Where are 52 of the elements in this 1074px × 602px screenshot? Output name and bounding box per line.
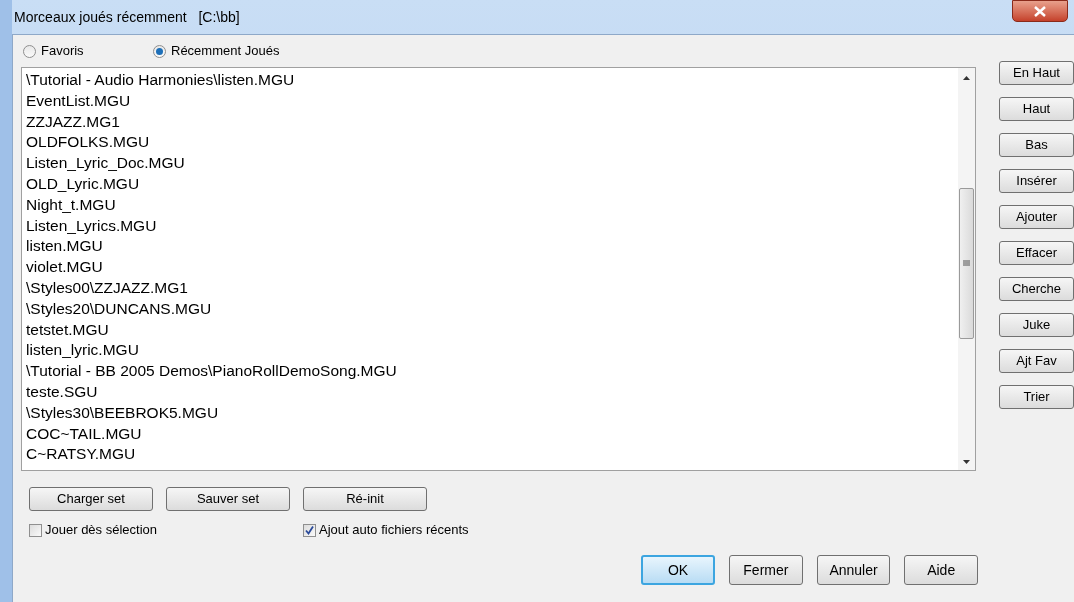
side-button[interactable]: Juke <box>999 313 1074 337</box>
file-list-item[interactable]: teste.SGU <box>26 381 958 403</box>
file-list-item[interactable]: \Tutorial - BB 2005 Demos\PianoRollDemoSong.MGU <box>26 361 958 382</box>
radio-label: Récemment Joués <box>171 42 280 61</box>
side-button[interactable]: Trier <box>999 385 1074 409</box>
file-list-item[interactable]: EventList.MGU <box>26 90 958 112</box>
checkbox[interactable] <box>303 523 316 537</box>
file-list-item[interactable]: \Styles30\BEEBROK5.MGU <box>26 402 958 424</box>
checkbox-label: Jouer dès sélection <box>45 521 157 540</box>
side-button[interactable]: Ajouter <box>999 205 1074 229</box>
file-list-item[interactable]: COC~TAIL.MGU <box>26 423 958 445</box>
set-button[interactable]: Sauver set <box>166 487 290 511</box>
side-button[interactable]: Effacer <box>999 241 1074 265</box>
close-button[interactable] <box>1012 0 1068 22</box>
set-button[interactable]: Ré-init <box>303 487 427 511</box>
file-list-item[interactable]: listen_lyric.MGU <box>26 340 958 362</box>
file-list-item[interactable]: C~RATSY.MGU <box>26 444 958 466</box>
file-list-item[interactable]: \Tutorial - Audio Harmonies\listen.MGU <box>26 70 958 91</box>
file-list-item[interactable]: listen.MGU <box>26 236 958 258</box>
window-title: Morceaux joués récemment [C:\bb] <box>14 7 240 27</box>
file-list-item[interactable]: Night_t.MGU <box>26 194 958 216</box>
grip-icon <box>963 260 970 267</box>
side-button[interactable]: Ajt Fav <box>999 349 1074 373</box>
scroll-thumb[interactable] <box>959 188 974 339</box>
checkbox[interactable] <box>29 523 42 537</box>
radio-label: Favoris <box>41 42 84 61</box>
scroll-down-icon[interactable] <box>963 460 970 464</box>
side-button[interactable]: En Haut <box>999 61 1074 85</box>
dialog-button[interactable]: OK <box>641 555 716 585</box>
close-icon <box>1034 5 1046 17</box>
set-button[interactable]: Charger set <box>29 487 153 511</box>
file-list-item[interactable]: Listen_Lyrics.MGU <box>26 215 958 237</box>
file-list-item[interactable]: OLDFOLKS.MGU <box>26 132 958 154</box>
side-button[interactable]: Bas <box>999 133 1074 157</box>
file-list-item[interactable]: violet.MGU <box>26 257 958 278</box>
file-list-item[interactable]: ZZJAZZ.MG1 <box>26 111 958 133</box>
file-list-item[interactable]: tetstet.MGU <box>26 319 958 341</box>
side-button[interactable]: Insérer <box>999 169 1074 193</box>
side-button[interactable]: Cherche <box>999 277 1074 301</box>
dialog-button[interactable]: Aide <box>904 555 978 585</box>
file-list-item[interactable]: \Styles00\ZZJAZZ.MG1 <box>26 277 958 299</box>
file-list-item[interactable]: \Styles20\DUNCANS.MGU <box>26 298 958 320</box>
scroll-up-icon[interactable] <box>963 76 970 80</box>
scrollbar[interactable] <box>958 68 975 470</box>
dialog-button[interactable]: Annuler <box>816 555 891 585</box>
file-list-item[interactable]: OLD_Lyric.MGU <box>26 174 958 195</box>
checkbox-label: Ajout auto fichiers récents <box>319 521 469 540</box>
file-list-item[interactable]: Listen_Lyric_Doc.MGU <box>26 153 958 174</box>
side-button[interactable]: Haut <box>999 97 1074 121</box>
radio-button[interactable] <box>153 44 166 58</box>
dialog-button[interactable]: Fermer <box>729 555 803 585</box>
radio-button[interactable] <box>23 44 36 58</box>
